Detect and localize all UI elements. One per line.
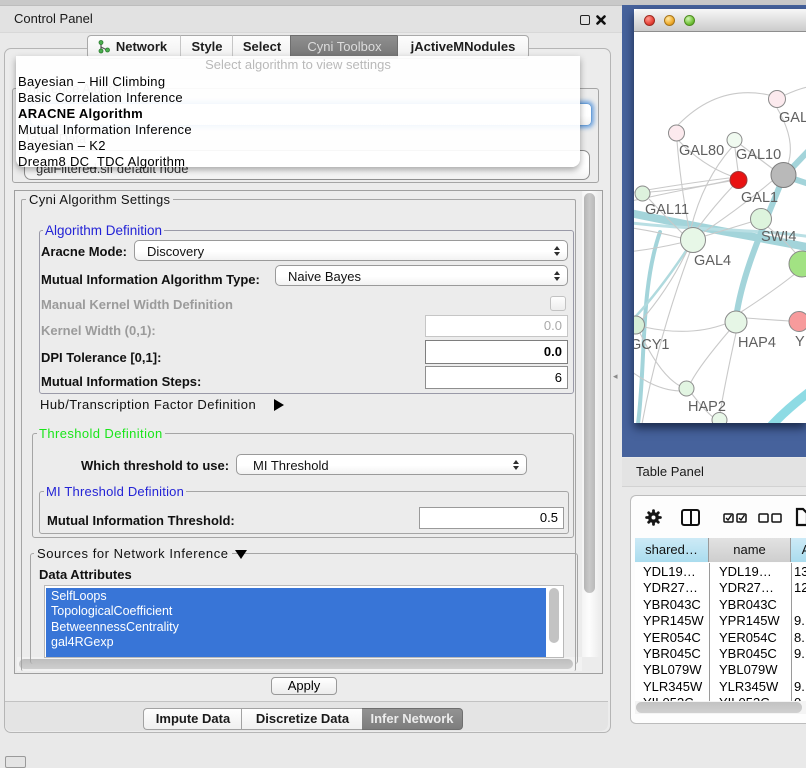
- svg-text:GAL: GAL: [779, 110, 806, 126]
- svg-text:HAP4: HAP4: [738, 335, 776, 351]
- svg-text:SWI4: SWI4: [761, 229, 796, 245]
- svg-text:GAL10: GAL10: [736, 147, 781, 163]
- svg-text:GAL1: GAL1: [741, 190, 778, 206]
- svg-text:GAL11: GAL11: [645, 202, 689, 218]
- svg-text:HAP2: HAP2: [688, 399, 726, 415]
- svg-text:GAL4: GAL4: [694, 253, 731, 269]
- svg-text:Y: Y: [795, 334, 805, 350]
- svg-text:GAL80: GAL80: [679, 143, 724, 159]
- svg-text:GCY1: GCY1: [634, 337, 670, 353]
